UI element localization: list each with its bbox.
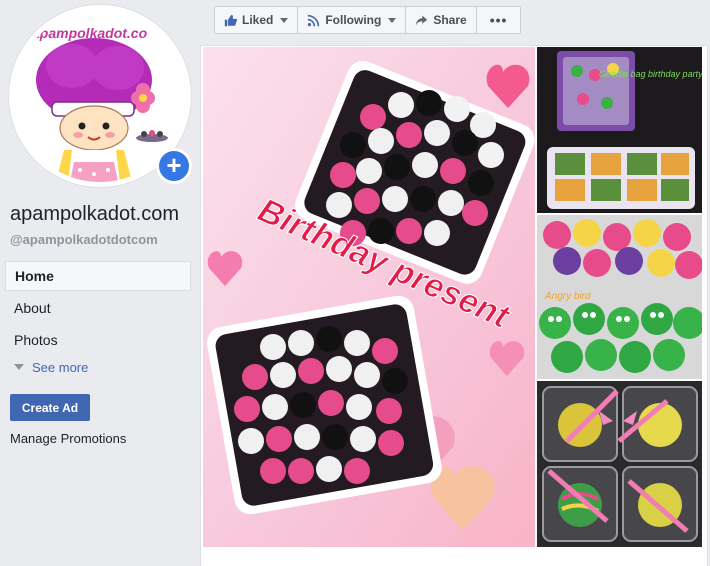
profile-picture[interactable]: apampolkadot.co + [9,5,192,187]
thumb2-caption: Angry bird [544,291,591,302]
liked-button[interactable]: Liked [215,7,299,33]
thumb1-caption: Goodie bag birthday party [599,69,702,79]
nav-item-photos[interactable]: Photos [5,325,191,355]
nav-item-home[interactable]: Home [5,261,191,291]
share-label: Share [433,13,467,27]
add-photo-plus-icon[interactable]: + [156,148,192,184]
rss-feed-icon [308,14,320,26]
see-more-label: See more [32,360,89,375]
manage-promotions-link[interactable]: Manage Promotions [10,431,126,446]
featured-photo[interactable]: Birthday present [203,47,535,547]
photo-thumbnail-2[interactable]: Angry bird [537,215,702,379]
share-button[interactable]: Share [406,7,477,33]
create-ad-button[interactable]: Create Ad [10,394,90,421]
photo-thumbnail-3[interactable] [537,381,702,547]
left-sidebar: apampolkadot.co + apampolkadot.com @apam… [0,0,200,562]
page-action-bar: Liked Following Share ••• [214,6,522,34]
following-label: Following [325,13,382,27]
thumbs-up-icon [224,14,237,26]
liked-label: Liked [242,13,274,27]
photo-thumbnail-1[interactable]: Goodie bag birthday party [537,47,702,213]
more-options-button[interactable]: ••• [477,7,521,33]
packaged-cupcakes-image [537,381,702,547]
chevron-down-icon [388,17,397,23]
chevron-down-icon [280,17,289,23]
birthday-cupcakes-image: Birthday present [203,47,535,547]
share-arrow-icon [416,15,428,25]
triangle-down-icon [14,364,24,370]
goodie-bag-image: Goodie bag birthday party [537,47,702,213]
angry-bird-cupcakes-image: Angry bird [537,215,702,379]
following-button[interactable]: Following [298,7,407,33]
page-nav: Home About Photos [5,261,191,357]
see-more-link[interactable]: See more [14,360,88,375]
nav-item-about[interactable]: About [5,293,191,323]
page-username: @apampolkadotdotcom [10,232,158,247]
page-title: apampolkadot.com [10,203,179,225]
